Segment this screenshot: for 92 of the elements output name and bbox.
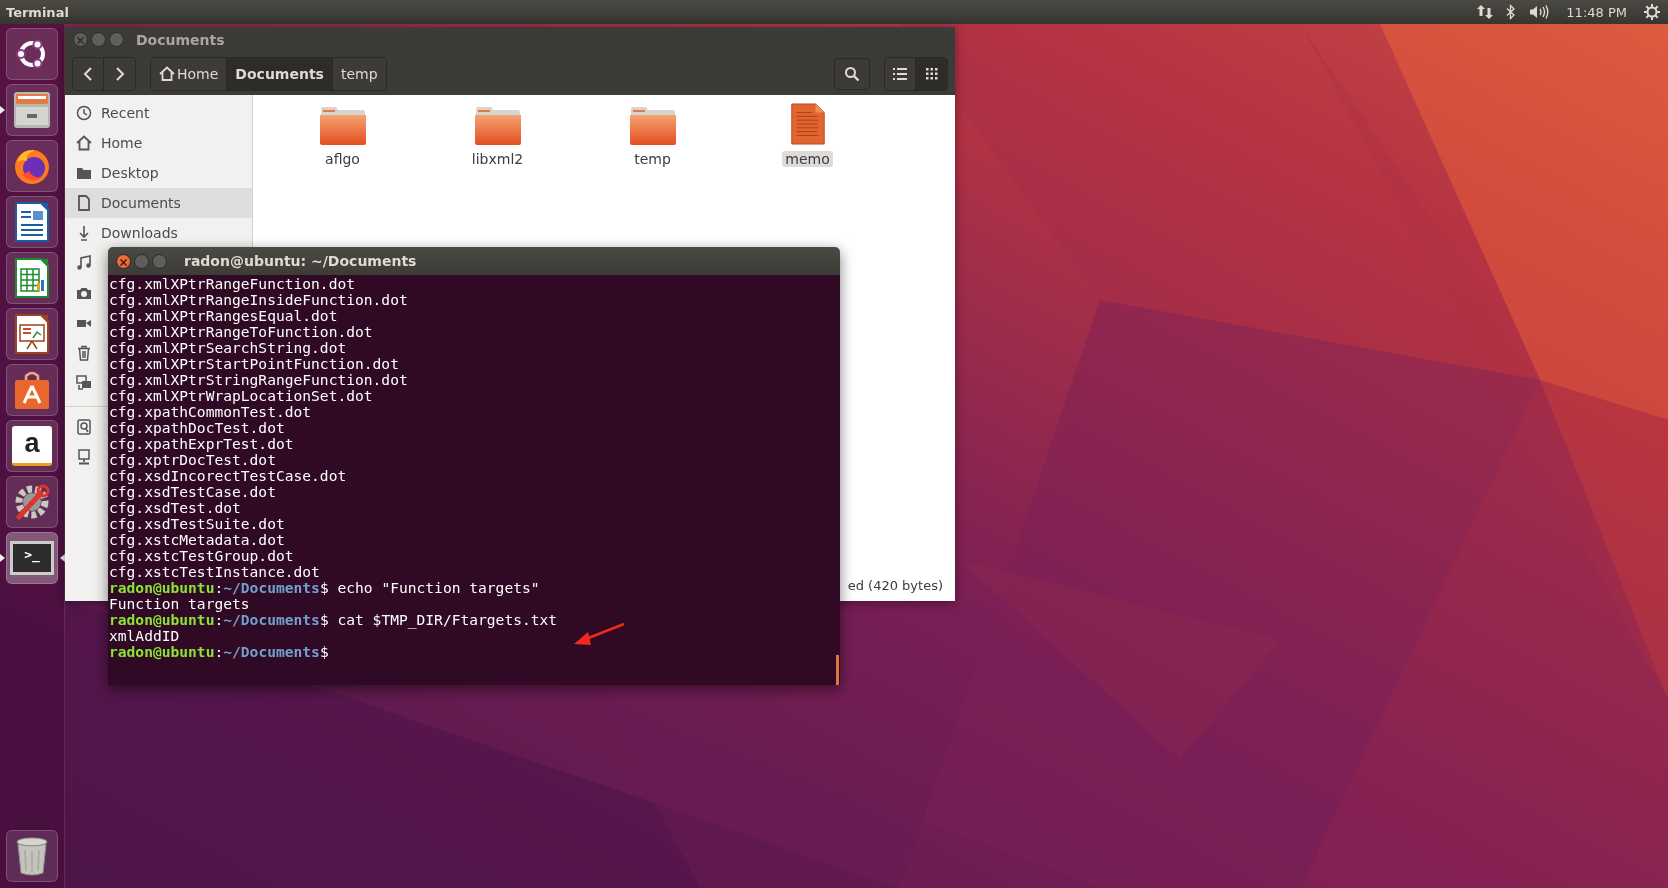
drive-icon[interactable] (76, 419, 92, 435)
close-icon (77, 37, 84, 44)
bluetooth-icon[interactable] (1506, 4, 1517, 20)
search-button[interactable] (834, 57, 870, 90)
chevron-right-icon (114, 66, 125, 81)
desktop-icon (76, 165, 92, 181)
terminal-output: cfg.xpathExprTest.dot (109, 436, 294, 452)
writer-launcher-button[interactable] (6, 196, 58, 248)
downloads-icon (76, 225, 92, 241)
spreadsheet-launcher-button[interactable] (6, 252, 58, 304)
network-arrows-icon[interactable] (1477, 4, 1494, 20)
terminal-prompt: radon@ubuntu:~/Documents$ (109, 644, 329, 660)
close-icon (120, 258, 127, 266)
shop-launcher-button[interactable]: a (6, 420, 58, 472)
list-icon (893, 67, 907, 80)
sidebar-item[interactable]: Desktop (65, 158, 252, 188)
grid-icon (925, 67, 938, 80)
terminal-output: xmlAddID (109, 628, 180, 644)
back-button[interactable] (73, 57, 104, 90)
terminal-output: cfg.xsdTestCase.dot (109, 484, 276, 500)
recent-icon (76, 105, 92, 121)
terminal-output: cfg.xmlXPtrRangesEqual.dot (109, 308, 338, 324)
terminal-output: cfg.xpathDocTest.dot (109, 420, 285, 436)
pictures-icon[interactable] (76, 285, 92, 301)
app-title: Terminal (6, 4, 69, 20)
sidebar-item[interactable]: Downloads (65, 218, 252, 248)
terminal-output: cfg.xptrDocTest.dot (109, 452, 276, 468)
window-title: Documents (136, 31, 225, 48)
close-button[interactable] (116, 253, 131, 269)
settings-launcher-button[interactable] (6, 476, 58, 528)
network-icon[interactable] (76, 375, 92, 391)
path-button[interactable]: Home (151, 57, 228, 90)
list-view-button[interactable] (885, 57, 916, 90)
spreadsheet-icon (13, 257, 51, 299)
terminal-output: cfg.xmlXPtrRangeFunction.dot (109, 276, 355, 292)
presentation-icon (13, 313, 51, 355)
terminal-output: cfg.xmlXPtrRangeToFunction.dot (109, 324, 373, 340)
software-launcher-button[interactable] (6, 364, 58, 416)
file-name[interactable]: temp (631, 151, 674, 167)
trash-launcher-button[interactable] (6, 830, 58, 882)
presentation-launcher-button[interactable] (6, 308, 58, 360)
file-name[interactable]: libxml2 (468, 151, 527, 167)
terminal-output: cfg.xsdTestSuite.dot (109, 516, 285, 532)
terminal-output: cfg.xsdTest.dot (109, 500, 241, 516)
terminal-prompt: radon@ubuntu:~/Documents$ echo "Function targets" (109, 580, 540, 596)
terminal-output: cfg.xmlXPtrSearchString.dot (109, 340, 347, 356)
terminal-launcher-button[interactable]: >_ (6, 532, 58, 584)
path-button[interactable]: Documents (227, 57, 333, 90)
terminal-output: cfg.xpathCommonTest.dot (109, 404, 312, 420)
terminal-output: cfg.xmlXPtrWrapLocationSet.dot (109, 388, 373, 404)
browser-launcher-button[interactable] (6, 140, 58, 192)
terminal-output: Function targets (109, 596, 250, 612)
document-icon (13, 201, 51, 243)
trash-icon (15, 836, 49, 876)
file-name[interactable]: memo (782, 151, 833, 167)
file-name[interactable]: aflgo (322, 151, 363, 167)
volume-icon[interactable] (1529, 4, 1550, 20)
trash-icon[interactable] (76, 345, 92, 361)
home-icon (76, 135, 92, 151)
folder-icon (629, 107, 676, 145)
server-icon[interactable] (76, 449, 92, 465)
sidebar-item[interactable]: Recent (65, 98, 252, 128)
terminal-output: cfg.xmlXPtrStringRangeFunction.dot (109, 372, 408, 388)
text-file-icon (789, 103, 826, 145)
search-icon (844, 65, 860, 82)
scrollbar[interactable] (836, 655, 839, 685)
home-icon (159, 66, 175, 81)
music-icon[interactable] (76, 255, 92, 271)
terminal-output: cfg.xmlXPtrStartPointFunction.dot (109, 356, 399, 372)
terminal-output: cfg.xstcMetadata.dot (109, 532, 285, 548)
shopping-bag-icon (12, 369, 52, 411)
terminal-prompt: radon@ubuntu:~/Documents$ cat $TMP_DIR/Ftargets.txt (109, 612, 558, 628)
documents-icon (76, 195, 92, 211)
ubuntu-launcher-button[interactable] (6, 28, 58, 80)
terminal-tile: >_ (10, 541, 54, 575)
terminal-output: cfg.xstcTestGroup.dot (109, 548, 294, 564)
clock[interactable]: 11:48 PM (1566, 4, 1627, 20)
sidebar-item[interactable]: Home (65, 128, 252, 158)
folder-icon (319, 107, 366, 145)
files-launcher-button[interactable] (6, 84, 58, 136)
arrow-annotation (572, 622, 626, 648)
file-cabinet-icon (11, 90, 53, 130)
folder-icon (474, 107, 521, 145)
terminal-output: cfg.xmlXPtrRangeInsideFunction.dot (109, 292, 408, 308)
terminal-output: cfg.xsdIncorectTestCase.dot (109, 468, 347, 484)
window-title: radon@ubuntu: ~/Documents (184, 253, 417, 269)
sidebar-item[interactable]: Documents (65, 188, 252, 218)
letter-tile: a (12, 426, 52, 466)
chevron-left-icon (83, 66, 93, 81)
gear-icon[interactable] (1644, 4, 1660, 20)
terminal-output: cfg.xstcTestInstance.dot (109, 564, 320, 580)
grid-view-button[interactable] (916, 57, 947, 90)
